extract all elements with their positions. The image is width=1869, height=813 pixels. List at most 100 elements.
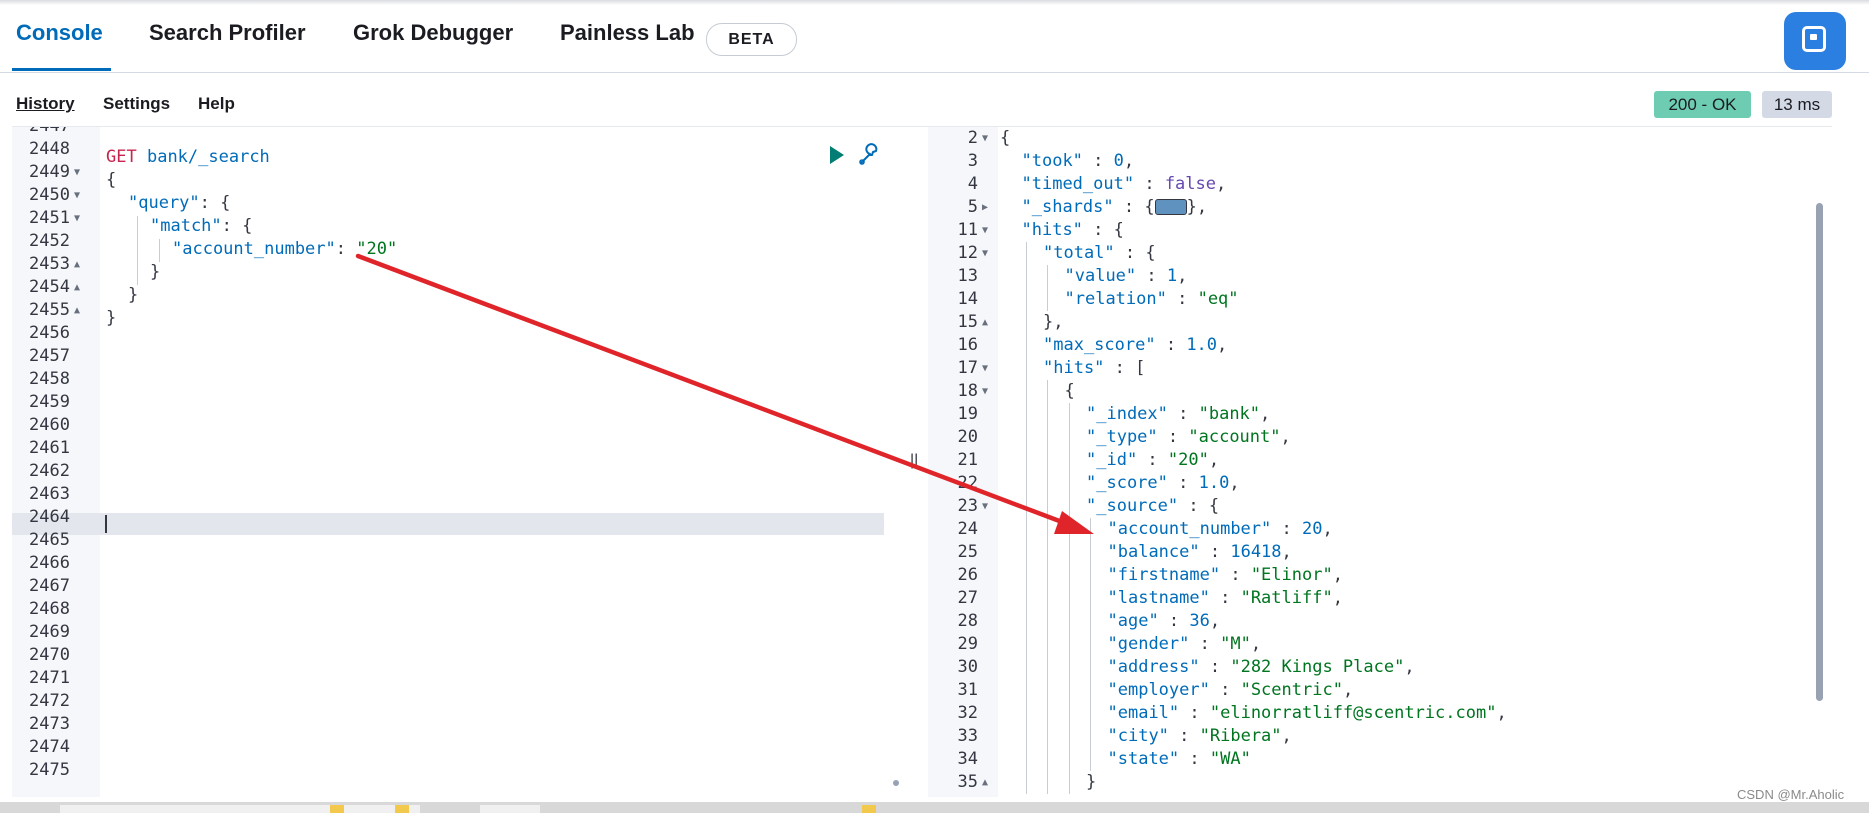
indent-guide — [1068, 771, 1070, 794]
tab-painless-lab[interactable]: Painless Lab — [560, 20, 695, 46]
json-punct: : — [1189, 634, 1221, 654]
json-value: "elinorratliff@scentric.com" — [1209, 703, 1497, 723]
indent-guide — [1025, 495, 1027, 518]
indent-guide — [1047, 426, 1048, 449]
indent-guide — [1025, 426, 1027, 449]
line-number: 2472 — [29, 691, 70, 711]
response-scrollbar[interactable] — [1816, 203, 1823, 701]
json-punct: : — [1199, 542, 1231, 562]
json-key: "state" — [1107, 749, 1180, 769]
indent-guide — [1025, 357, 1027, 380]
taskbar-glyph — [330, 805, 344, 813]
floating-help-widget[interactable] — [1784, 12, 1846, 70]
response-code: "value" : 1, — [1065, 265, 1188, 288]
response-code: "employer" : "Scentric", — [1108, 679, 1354, 702]
fold-toggle-icon[interactable]: ▼ — [74, 184, 80, 207]
indent-guide — [1025, 656, 1027, 679]
line-number: 30 — [957, 657, 978, 677]
line-number: 28 — [957, 611, 978, 631]
json-punct: : — [1157, 427, 1189, 447]
request-editor[interactable]: 244724482449▼2450▼2451▼24522453▲2454▲245… — [12, 127, 902, 797]
response-code: "timed_out" : false, — [1022, 173, 1227, 196]
fold-toggle-icon[interactable]: ▼ — [982, 219, 988, 242]
fold-toggle-icon[interactable]: ▼ — [74, 207, 80, 230]
collapsed-object-badge[interactable] — [1154, 199, 1187, 215]
line-number: 25 — [957, 542, 978, 562]
indent-guide — [1090, 587, 1091, 610]
line-number: 13 — [957, 266, 978, 286]
json-punct: : — [1155, 335, 1187, 355]
line-number: 2466 — [29, 553, 70, 573]
fold-toggle-icon[interactable]: ▼ — [74, 161, 80, 184]
line-number: 2451 — [29, 208, 70, 228]
response-code: "age" : 36, — [1108, 610, 1221, 633]
fold-toggle-icon[interactable]: ▼ — [982, 242, 988, 265]
indent-guide — [1068, 610, 1070, 633]
response-code: "account_number" : 20, — [1108, 518, 1333, 541]
run-request-icon[interactable] — [830, 146, 844, 164]
tab-console[interactable]: Console — [16, 20, 103, 46]
line-number: 2448 — [29, 139, 70, 159]
json-value: "WA" — [1209, 749, 1251, 769]
fold-toggle-icon[interactable]: ▼ — [982, 495, 988, 518]
help-link[interactable]: Help — [198, 94, 235, 114]
json-punct: : — [1199, 657, 1231, 677]
response-code: { — [1000, 127, 1010, 150]
json-value: false — [1164, 174, 1216, 194]
fold-toggle-icon[interactable]: ▼ — [982, 127, 988, 150]
json-key: "account_number" — [1107, 519, 1272, 539]
json-value: "eq" — [1197, 289, 1239, 309]
indent-guide — [1047, 472, 1048, 495]
fold-toggle-icon[interactable]: ▲ — [74, 299, 80, 322]
indent-guide — [1090, 564, 1091, 587]
json-punct: }, — [1186, 197, 1208, 217]
json-value: "Scentric" — [1240, 680, 1343, 700]
field-line: "account_number": "20" — [172, 239, 397, 259]
tab-grok-debugger[interactable]: Grok Debugger — [353, 20, 513, 46]
chat-icon — [1802, 26, 1826, 52]
response-code: "firstname" : "Elinor", — [1108, 564, 1343, 587]
history-link[interactable]: History — [16, 94, 75, 114]
request-duration-badge: 13 ms — [1762, 91, 1832, 118]
response-editor[interactable]: 2 ▼{3 "took" : 0, 4 "timed_out" : false, 5 ▶ "_… — [928, 127, 1831, 797]
response-code: "_index" : "bank", — [1086, 403, 1270, 426]
request-body-close: } — [106, 308, 117, 328]
fold-toggle-icon[interactable]: ▲ — [74, 253, 80, 276]
json-key: "lastname" — [1107, 588, 1210, 608]
fold-toggle-icon[interactable]: ▶ — [982, 196, 988, 219]
query-line: "query": { — [128, 193, 230, 213]
fold-toggle-icon[interactable]: ▼ — [982, 357, 988, 380]
json-key: "hits" — [1021, 220, 1083, 240]
json-punct: , — [1217, 335, 1228, 355]
json-punct: , — [1332, 565, 1343, 585]
indent-guide — [1047, 265, 1048, 288]
line-number: 4 — [967, 174, 978, 194]
indent-guide — [1025, 725, 1027, 748]
tab-search-profiler[interactable]: Search Profiler — [149, 20, 306, 46]
settings-link[interactable]: Settings — [103, 94, 170, 114]
indent-guide — [1047, 725, 1048, 748]
resize-handle[interactable] — [893, 780, 899, 786]
request-line: GET bank/_search — [106, 147, 270, 167]
indent-guide — [1090, 725, 1091, 748]
indent-guide — [1090, 656, 1091, 679]
fold-toggle-icon[interactable]: ▲ — [982, 311, 988, 334]
line-number: 2467 — [29, 576, 70, 596]
panel-splitter[interactable]: || — [910, 452, 918, 470]
indent-guide — [1025, 518, 1027, 541]
fold-toggle-icon[interactable]: ▲ — [982, 771, 988, 794]
json-key: "value" — [1064, 266, 1137, 286]
json-punct: } — [1086, 772, 1097, 792]
line-number: 35 — [957, 772, 978, 792]
match-colon: : { — [221, 216, 253, 236]
response-code: "total" : { — [1043, 242, 1156, 265]
fold-toggle-icon[interactable]: ▲ — [74, 276, 80, 299]
fold-toggle-icon[interactable]: ▼ — [982, 380, 988, 403]
json-punct: : { — [1178, 496, 1220, 516]
indent-guide — [1068, 403, 1070, 426]
query-close: } — [128, 285, 139, 305]
wrench-icon[interactable] — [858, 143, 884, 167]
indent-guide — [1068, 725, 1070, 748]
line-number: 2456 — [29, 323, 70, 343]
response-code: "gender" : "M", — [1108, 633, 1262, 656]
